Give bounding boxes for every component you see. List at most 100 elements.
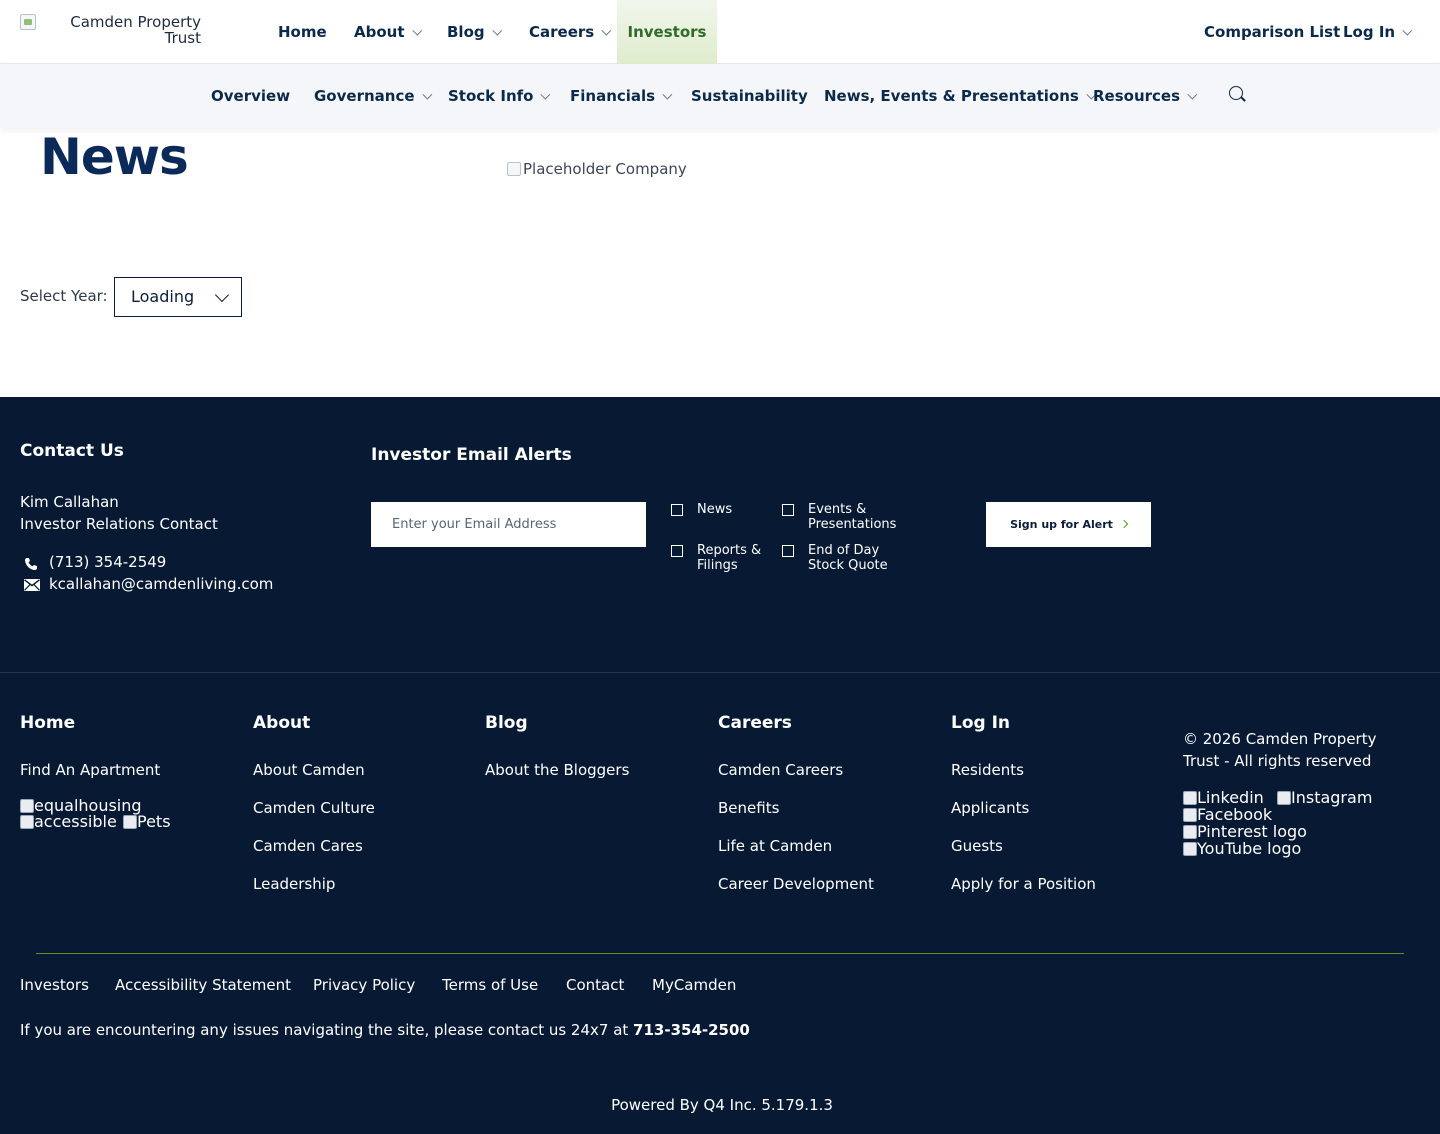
footer-link[interactable]: Apply for a Position bbox=[951, 875, 1096, 893]
subnav-overview[interactable]: Overview bbox=[211, 64, 290, 128]
nav-home-label: Home bbox=[278, 23, 327, 41]
pets-alt: Pets bbox=[137, 812, 171, 831]
search-icon[interactable] bbox=[1229, 86, 1246, 103]
chevron-down-icon bbox=[540, 89, 551, 100]
instagram-icon bbox=[1277, 791, 1291, 805]
subnav-news-events-label: News, Events & Presentations bbox=[824, 87, 1079, 105]
youtube-link[interactable]: YouTube logo bbox=[1183, 840, 1301, 857]
reports-checkbox[interactable] bbox=[671, 545, 683, 557]
footer-link[interactable]: Guests bbox=[951, 837, 1003, 855]
subnav-stock-info-label: Stock Info bbox=[448, 87, 534, 105]
powered-by[interactable]: Powered By Q4 Inc. 5.179.1.3 bbox=[0, 1096, 1440, 1114]
footer-link[interactable]: Residents bbox=[951, 761, 1024, 779]
footer-link[interactable]: About the Bloggers bbox=[485, 761, 629, 779]
subnav-governance[interactable]: Governance bbox=[314, 64, 432, 128]
subnav-resources-label: Resources bbox=[1093, 87, 1181, 105]
nav-home[interactable]: Home bbox=[278, 0, 327, 64]
contact-email[interactable]: kcallahan@camdenliving.com bbox=[49, 575, 273, 593]
footer-link[interactable]: Applicants bbox=[951, 799, 1029, 817]
news-checkbox-label: News bbox=[697, 502, 732, 517]
investors-subnav: Overview Governance Stock Info Financial… bbox=[0, 64, 1440, 128]
pets-badge: Pets bbox=[123, 813, 171, 830]
events-option-line1: Events & bbox=[808, 502, 867, 517]
footer-link[interactable]: Benefits bbox=[718, 799, 779, 817]
footer-link[interactable]: Camden Cares bbox=[253, 837, 363, 855]
eod-option-line1: End of Day bbox=[808, 543, 880, 558]
contact-heading: Contact Us bbox=[20, 441, 124, 461]
footer-link[interactable]: Camden Careers bbox=[718, 761, 843, 779]
youtube-icon bbox=[1183, 842, 1197, 856]
footer-link[interactable]: Find An Apartment bbox=[20, 761, 160, 779]
logo-image-icon bbox=[20, 14, 36, 30]
bottom-link-privacy[interactable]: Privacy Policy bbox=[313, 976, 415, 994]
facebook-icon bbox=[1183, 808, 1197, 822]
company-image-alt: Placeholder Company bbox=[523, 160, 687, 178]
news-checkbox[interactable] bbox=[671, 504, 683, 516]
year-select-value: Loading bbox=[131, 287, 195, 306]
chevron-down-icon bbox=[214, 287, 230, 303]
nav-investors[interactable]: Investors bbox=[617, 0, 717, 64]
footer-link[interactable]: Leadership bbox=[253, 875, 335, 893]
footer-col-home-heading[interactable]: Home bbox=[20, 713, 75, 733]
subnav-governance-label: Governance bbox=[314, 87, 415, 105]
sign-up-alert-button[interactable]: Sign up for Alert bbox=[986, 502, 1151, 547]
bottom-link-accessibility[interactable]: Accessibility Statement bbox=[115, 976, 291, 994]
footer-bottom-divider bbox=[36, 953, 1404, 954]
chevron-down-icon bbox=[421, 89, 432, 100]
alerts-heading: Investor Email Alerts bbox=[371, 445, 572, 465]
instagram-link[interactable]: Instagram bbox=[1277, 789, 1372, 806]
footer-col-login-heading[interactable]: Log In bbox=[951, 713, 1010, 733]
footer-link[interactable]: Camden Culture bbox=[253, 799, 375, 817]
top-navigation: Camden Property Trust Home About Blog Ca… bbox=[0, 0, 1440, 64]
facebook-link[interactable]: Facebook bbox=[1183, 806, 1272, 823]
comparison-list-label: Comparison List bbox=[1204, 23, 1341, 41]
bottom-link-terms[interactable]: Terms of Use bbox=[442, 976, 538, 994]
subnav-sustainability[interactable]: Sustainability bbox=[691, 64, 808, 128]
comparison-list-link[interactable]: Comparison List bbox=[1204, 0, 1340, 64]
copyright-line2: Trust - All rights reserved bbox=[1183, 752, 1372, 770]
footer-link[interactable]: Career Development bbox=[718, 875, 874, 893]
events-checkbox-label: Events & Presentations bbox=[808, 502, 896, 532]
subnav-resources[interactable]: Resources bbox=[1093, 64, 1198, 128]
footer-col-about-heading[interactable]: About bbox=[253, 713, 310, 733]
events-checkbox[interactable] bbox=[782, 504, 794, 516]
support-phone[interactable]: 713-354-2500 bbox=[633, 1021, 750, 1039]
footer-link[interactable]: Life at Camden bbox=[718, 837, 832, 855]
broken-image-icon bbox=[507, 162, 521, 176]
subnav-sustainability-label: Sustainability bbox=[691, 87, 808, 105]
subnav-financials[interactable]: Financials bbox=[570, 64, 673, 128]
broken-image-icon bbox=[20, 799, 34, 813]
support-notice-text: If you are encountering any issues navig… bbox=[20, 1021, 634, 1039]
nav-careers[interactable]: Careers bbox=[529, 0, 612, 64]
bottom-link-investors[interactable]: Investors bbox=[20, 976, 89, 994]
nav-investors-label: Investors bbox=[627, 23, 707, 41]
nav-blog-label: Blog bbox=[447, 23, 485, 41]
linkedin-link[interactable]: Linkedin bbox=[1183, 789, 1264, 806]
footer-col-blog-heading[interactable]: Blog bbox=[485, 713, 528, 733]
accessible-badge: accessible bbox=[20, 813, 117, 830]
footer-col-careers-heading[interactable]: Careers bbox=[718, 713, 792, 733]
pinterest-link[interactable]: Pinterest logo bbox=[1183, 823, 1307, 840]
nav-blog[interactable]: Blog bbox=[447, 0, 502, 64]
contact-phone[interactable]: (713) 354-2549 bbox=[49, 553, 166, 571]
year-select-label: Select Year: bbox=[20, 287, 108, 305]
subnav-financials-label: Financials bbox=[570, 87, 656, 105]
nav-careers-label: Careers bbox=[529, 23, 595, 41]
chevron-down-icon bbox=[1402, 25, 1413, 36]
login-label: Log In bbox=[1343, 23, 1396, 41]
login-menu[interactable]: Log In bbox=[1343, 0, 1413, 64]
site-logo[interactable]: Camden Property Trust bbox=[20, 14, 210, 50]
footer-link[interactable]: About Camden bbox=[253, 761, 365, 779]
nav-about[interactable]: About bbox=[354, 0, 422, 64]
year-select[interactable]: Loading bbox=[114, 277, 242, 317]
eod-quote-checkbox[interactable] bbox=[782, 545, 794, 557]
alert-email-input[interactable] bbox=[371, 502, 646, 547]
subnav-stock-info[interactable]: Stock Info bbox=[448, 64, 551, 128]
broken-image-icon bbox=[123, 815, 137, 829]
bottom-link-contact[interactable]: Contact bbox=[566, 976, 624, 994]
bottom-link-mycamden[interactable]: MyCamden bbox=[652, 976, 736, 994]
company-image: Placeholder Company bbox=[507, 160, 687, 178]
chevron-right-icon bbox=[1119, 519, 1129, 529]
subnav-news-events[interactable]: News, Events & Presentations bbox=[824, 64, 1097, 128]
chevron-down-icon bbox=[662, 89, 673, 100]
